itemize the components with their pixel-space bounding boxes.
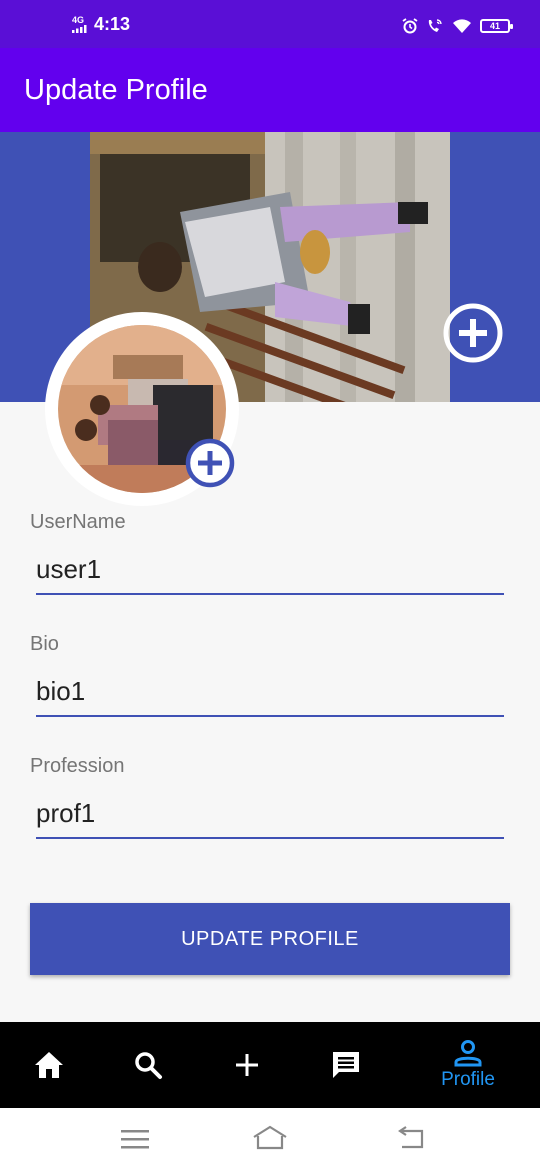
system-navigation-bar (0, 1108, 540, 1170)
username-field[interactable]: user1 (36, 549, 504, 595)
bio-label: Bio (30, 633, 59, 655)
status-left: 4G 4:13 (72, 14, 130, 35)
page-title: Update Profile (24, 74, 208, 106)
status-right: 41 (402, 18, 513, 34)
home-icon (35, 1052, 63, 1078)
call-icon (428, 19, 442, 32)
alarm-icon (402, 18, 418, 34)
nav-chat[interactable] (311, 1022, 381, 1108)
add-icon (236, 1054, 258, 1076)
chat-icon (333, 1052, 359, 1078)
menu-icon[interactable] (121, 1128, 149, 1150)
profession-label: Profession (30, 755, 125, 777)
signal-icon: 4G (72, 16, 88, 33)
battery-icon: 41 (480, 19, 513, 33)
bio-field[interactable]: bio1 (36, 671, 504, 717)
status-bar: 4G 4:13 41 (0, 0, 540, 48)
nav-profile[interactable]: Profile (418, 1022, 518, 1108)
nav-profile-label: Profile (441, 1069, 495, 1090)
profession-field[interactable]: prof1 (36, 793, 504, 839)
bottom-navigation: Profile (0, 1022, 540, 1108)
add-circle-icon[interactable] (442, 302, 504, 364)
nav-add[interactable] (212, 1022, 282, 1108)
wifi-icon (453, 19, 471, 33)
app-bar: Update Profile (0, 48, 540, 132)
person-icon (454, 1040, 482, 1067)
add-circle-icon[interactable] (185, 438, 235, 488)
nav-home[interactable] (14, 1022, 84, 1108)
nav-search[interactable] (113, 1022, 183, 1108)
back-icon[interactable] (396, 1125, 426, 1151)
username-label: UserName (30, 511, 126, 533)
network-type: 4G (72, 15, 85, 25)
home-nav-icon[interactable] (252, 1124, 288, 1152)
battery-level: 41 (489, 21, 500, 31)
update-profile-button[interactable]: UPDATE PROFILE (30, 903, 510, 975)
clock: 4:13 (94, 14, 131, 34)
search-icon (135, 1052, 162, 1079)
